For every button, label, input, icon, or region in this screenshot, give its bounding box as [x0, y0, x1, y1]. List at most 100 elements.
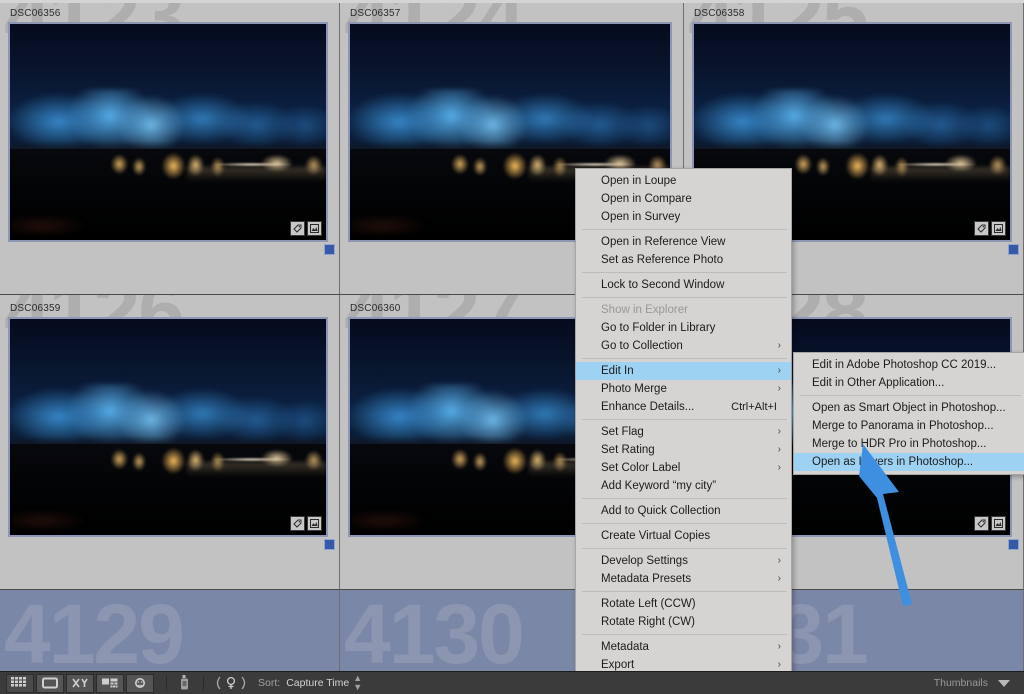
menu-item-label: Photo Merge [601, 383, 667, 395]
menu-separator [582, 548, 787, 549]
thumbnails-label: Thumbnails [933, 677, 988, 689]
menu-item[interactable]: Rotate Left (CCW) [576, 595, 791, 613]
grid-view-icon[interactable] [6, 673, 34, 693]
menu-item-label: Merge to Panorama in Photoshop... [812, 420, 994, 432]
photo-context-menu[interactable]: Open in Loupe Open in Compare Open in Surv… [575, 168, 792, 694]
menu-item[interactable]: Go to Folder in Library [576, 319, 791, 337]
cell-selection-marker[interactable] [1008, 244, 1019, 255]
menu-item[interactable]: Develop Settings › [576, 552, 791, 570]
chevron-right-icon: › [777, 365, 781, 376]
sort-value[interactable]: Capture Time [286, 677, 349, 689]
loupe-view-icon[interactable] [36, 673, 64, 693]
chevron-right-icon: › [777, 641, 781, 652]
menu-item-label: Add Keyword “my city” [601, 480, 717, 492]
menu-item[interactable]: Open in Survey [576, 208, 791, 226]
menu-item[interactable]: Edit in Adobe Photoshop CC 2019... [794, 356, 1024, 374]
menu-item-label: Edit In [601, 365, 634, 377]
menu-item-label: Add to Quick Collection [601, 505, 721, 517]
menu-item[interactable]: Lock to Second Window [576, 276, 791, 294]
menu-item[interactable]: Set Rating › [576, 441, 791, 459]
keyword-badge-icon[interactable] [974, 221, 989, 236]
menu-item[interactable]: Add Keyword “my city” [576, 477, 791, 495]
cell-selection-marker[interactable] [324, 244, 335, 255]
edit-in-submenu[interactable]: Edit in Adobe Photoshop CC 2019... Edit i… [793, 352, 1024, 475]
menu-separator [582, 297, 787, 298]
keyword-badge-icon[interactable] [974, 516, 989, 531]
menu-item-label: Set Color Label [601, 462, 681, 474]
menu-item[interactable]: Open in Compare [576, 190, 791, 208]
menu-item-label: Set Rating [601, 444, 655, 456]
menu-item[interactable]: Add to Quick Collection [576, 502, 791, 520]
spray-can-icon[interactable] [177, 675, 193, 691]
menu-item[interactable]: Edit In › [576, 362, 791, 380]
menu-separator [582, 523, 787, 524]
view-mode-buttons[interactable] [0, 673, 156, 693]
cell-selection-marker[interactable] [324, 539, 335, 550]
menu-item[interactable]: Open in Loupe [576, 172, 791, 190]
develop-badge-icon[interactable] [307, 221, 322, 236]
menu-item-label: Set Flag [601, 426, 644, 438]
menu-item-label: Edit in Adobe Photoshop CC 2019... [812, 359, 997, 371]
menu-item-label: Go to Collection [601, 340, 683, 352]
menu-item[interactable]: Merge to Panorama in Photoshop... [794, 417, 1024, 435]
chevron-down-icon[interactable] [998, 679, 1010, 687]
photo-thumbnail[interactable] [8, 317, 328, 537]
menu-item[interactable]: Open in Reference View [576, 233, 791, 251]
cell-selection-marker[interactable] [1008, 539, 1019, 550]
bottom-toolbar[interactable]: Sort: Capture Time ▲ ▼ Thumbnails [0, 671, 1024, 694]
menu-item[interactable]: Metadata Presets › [576, 570, 791, 588]
chevron-right-icon: › [777, 383, 781, 394]
menu-item[interactable]: Edit in Other Application... [794, 374, 1024, 392]
menu-item[interactable]: Rotate Right (CW) [576, 613, 791, 631]
thumbnail-badges[interactable] [974, 221, 1006, 236]
menu-item-label: Show in Explorer [601, 304, 688, 316]
menu-item-label: Edit in Other Application... [812, 377, 945, 389]
menu-item-label: Create Virtual Copies [601, 530, 711, 542]
menu-item-label: Open in Compare [601, 193, 692, 205]
painter-icon[interactable] [214, 676, 248, 690]
menu-item-label: Open as Layers in Photoshop... [812, 456, 974, 468]
compare-view-icon[interactable] [66, 673, 94, 693]
thumbnail-grid[interactable]: 4123DSC063564124DSC063574125DSC063584126… [0, 0, 1024, 694]
sort-label: Sort: [258, 677, 281, 689]
menu-item[interactable]: Go to Collection › [576, 337, 791, 355]
cell-filename: DSC06357 [350, 8, 401, 19]
grid-cell[interactable]: 4123DSC06356 [0, 0, 340, 295]
lightroom-grid-window: 4123DSC063564124DSC063574125DSC063584126… [0, 0, 1024, 694]
menu-item-label: Open in Survey [601, 211, 681, 223]
menu-item[interactable]: Merge to HDR Pro in Photoshop... [794, 435, 1024, 453]
menu-item[interactable]: Set Flag › [576, 423, 791, 441]
menu-separator [582, 358, 787, 359]
photo-image [10, 24, 326, 240]
up-down-arrows-icon[interactable]: ▲ ▼ [353, 674, 362, 692]
menu-item[interactable]: Enhance Details... Ctrl+Alt+I [576, 398, 791, 416]
thumbnail-badges[interactable] [290, 516, 322, 531]
chevron-right-icon: › [777, 426, 781, 437]
keyword-badge-icon[interactable] [290, 221, 305, 236]
thumbnail-badges[interactable] [290, 221, 322, 236]
menu-item[interactable]: Set as Reference Photo [576, 251, 791, 269]
menu-separator [582, 419, 787, 420]
thumbnail-badges[interactable] [974, 516, 1006, 531]
menu-item[interactable]: Open as Smart Object in Photoshop... [794, 399, 1024, 417]
menu-item[interactable]: Photo Merge › [576, 380, 791, 398]
photo-thumbnail[interactable] [8, 22, 328, 242]
menu-item[interactable]: Set Color Label › [576, 459, 791, 477]
grid-cell[interactable]: 4126DSC06359 [0, 295, 340, 590]
menu-separator [582, 229, 787, 230]
keyword-badge-icon[interactable] [290, 516, 305, 531]
develop-badge-icon[interactable] [991, 516, 1006, 531]
menu-item[interactable]: Metadata › [576, 638, 791, 656]
develop-badge-icon[interactable] [307, 516, 322, 531]
menu-separator [582, 591, 787, 592]
cell-filename: DSC06360 [350, 303, 401, 314]
chevron-right-icon: › [777, 555, 781, 566]
survey-view-icon[interactable] [96, 673, 124, 693]
cell-filename: DSC06358 [694, 8, 745, 19]
menu-item[interactable]: Create Virtual Copies [576, 527, 791, 545]
menu-separator [582, 272, 787, 273]
develop-badge-icon[interactable] [991, 221, 1006, 236]
menu-item[interactable]: Open as Layers in Photoshop... [794, 453, 1024, 471]
people-view-icon[interactable] [126, 673, 154, 693]
menu-separator [582, 498, 787, 499]
